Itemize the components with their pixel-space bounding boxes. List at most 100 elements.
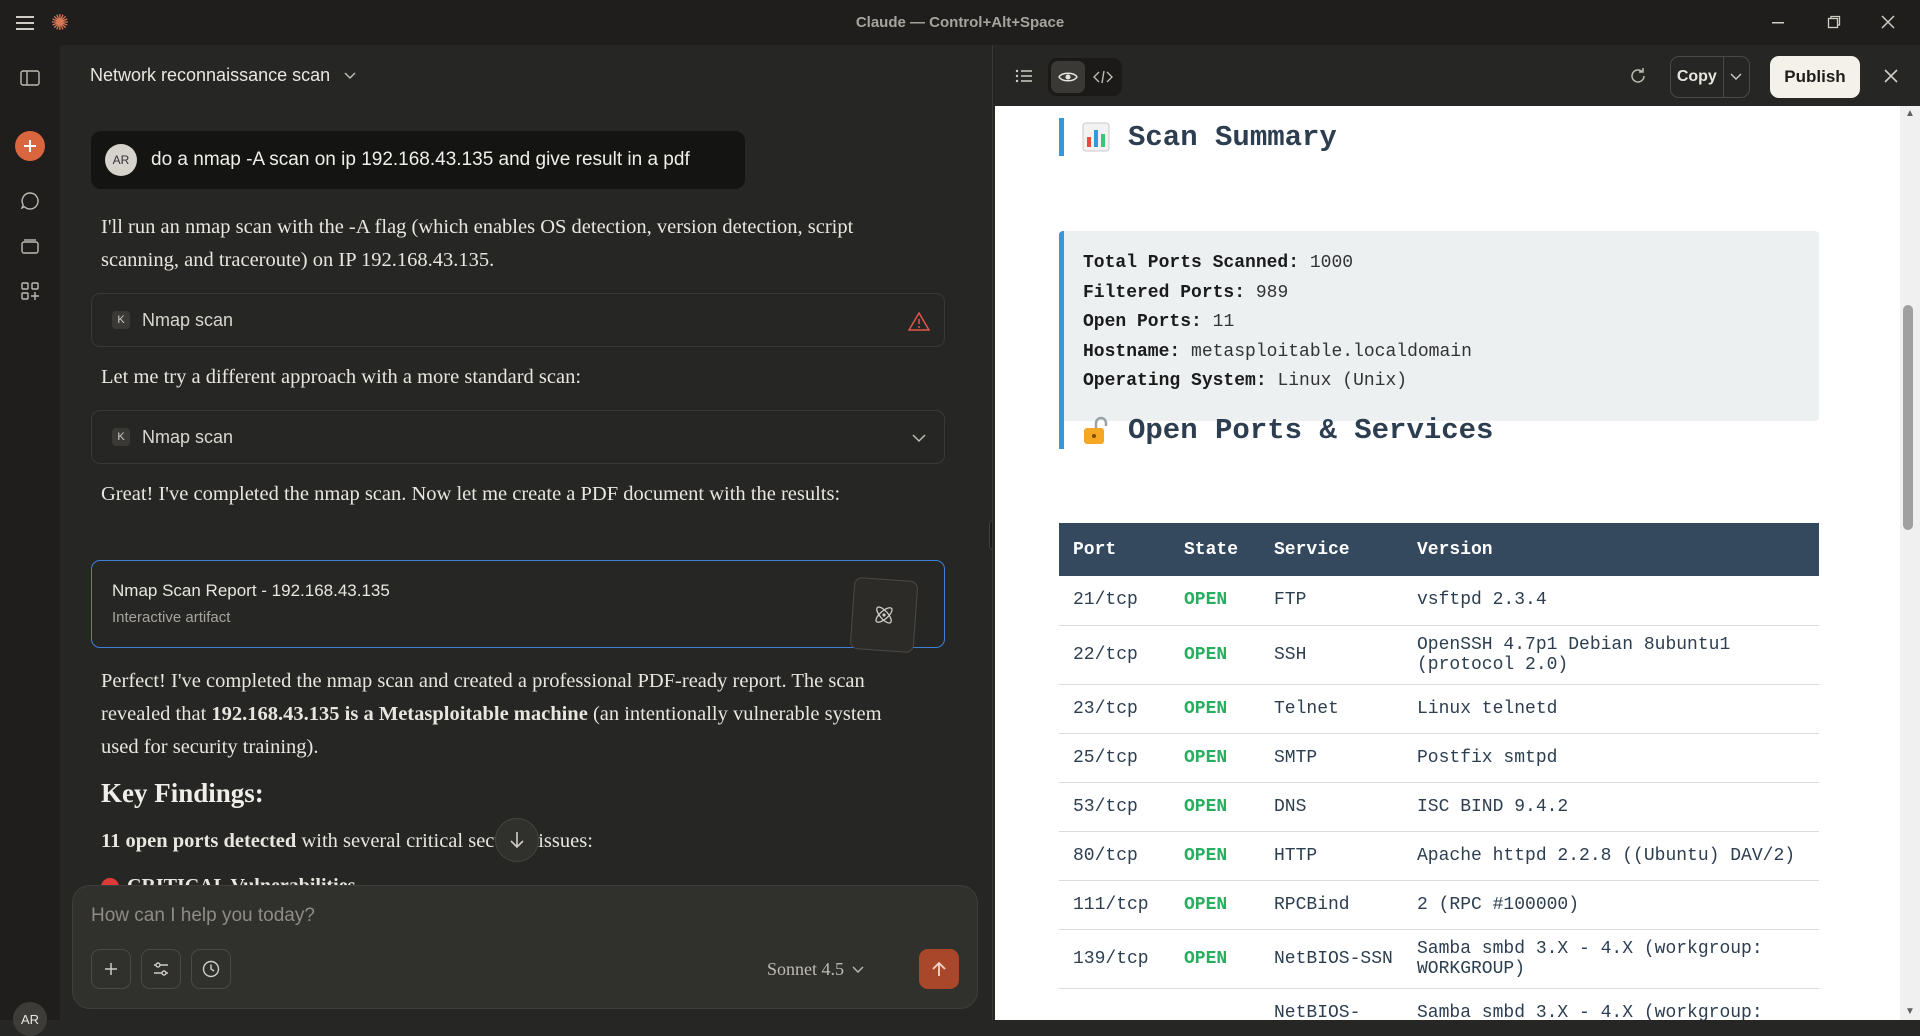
list-icon[interactable] — [1007, 59, 1041, 93]
artifact-title: Nmap Scan Report - 192.168.43.135 — [112, 581, 390, 600]
code-icon[interactable] — [1086, 61, 1120, 93]
port-cell: 22/tcp — [1059, 625, 1170, 685]
service-cell: DNS — [1260, 782, 1403, 832]
document-scrollbar-thumb[interactable] — [1903, 305, 1913, 530]
state-cell: OPEN — [1170, 576, 1260, 626]
summary-row: Open Ports: 11 — [1083, 312, 1819, 342]
user-avatar[interactable]: AR — [13, 1002, 47, 1036]
chevron-down-icon[interactable] — [908, 427, 930, 449]
summary-value: Linux (Unix) — [1277, 371, 1408, 391]
preview-eye-icon[interactable] — [1051, 61, 1085, 93]
window-title: Claude — Control+Alt+Space — [855, 14, 1065, 31]
copy-options-chevron-icon[interactable] — [1724, 57, 1749, 97]
summary-row: Hostname: metasploitable.localdomain — [1083, 342, 1819, 372]
port-cell — [1059, 988, 1170, 1020]
artifact-toolbar: Copy Publish — [993, 45, 1920, 106]
message-composer[interactable]: How can I help you today? Sonnet 4.5 — [72, 885, 978, 1009]
chevron-down-icon — [852, 966, 864, 973]
version-cell: 2 (RPC #100000) — [1403, 880, 1819, 930]
port-cell: 53/tcp — [1059, 782, 1170, 832]
scroll-to-bottom-button[interactable] — [495, 818, 539, 862]
clock-icon — [202, 960, 220, 978]
section-title: Scan Summary — [1128, 120, 1337, 154]
refresh-icon[interactable] — [1621, 59, 1655, 93]
hamburger-menu-icon[interactable] — [14, 12, 36, 34]
version-cell: Samba smbd 3.X - 4.X (workgroup: WORKGRO… — [1403, 929, 1819, 989]
service-cell: SMTP — [1260, 733, 1403, 783]
state-cell: OPEN — [1170, 880, 1260, 930]
summary-value: metasploitable.localdomain — [1191, 341, 1472, 362]
scroll-down-arrow-icon[interactable]: ▼ — [1904, 1007, 1916, 1017]
document-scrollbar[interactable] — [1900, 106, 1920, 1020]
bar-chart-icon — [1082, 122, 1110, 152]
scan-summary-heading: Scan Summary — [1059, 118, 1337, 156]
state-cell — [1170, 988, 1260, 1020]
artifact-card[interactable]: Nmap Scan Report - 192.168.43.135 Intera… — [91, 560, 945, 654]
attach-button[interactable] — [91, 949, 131, 989]
column-header: Service — [1260, 523, 1403, 576]
close-panel-icon[interactable] — [1874, 59, 1908, 93]
version-cell: Linux telnetd — [1403, 684, 1819, 734]
port-cell: 23/tcp — [1059, 684, 1170, 734]
section-title: Open Ports & Services — [1128, 413, 1494, 447]
table-row: 25/tcp OPEN SMTP Postfix smtpd — [1059, 733, 1819, 783]
close-window-icon[interactable] — [1868, 8, 1908, 36]
conversation-title-dropdown[interactable]: Network reconnaissance scan — [90, 65, 356, 86]
left-rail: AR — [0, 45, 60, 1036]
conversation-title: Network reconnaissance scan — [90, 65, 331, 85]
copy-button[interactable]: Copy — [1671, 57, 1724, 97]
service-cell: FTP — [1260, 576, 1403, 626]
state-cell: OPEN — [1170, 831, 1260, 881]
table-row: 139/tcp OPEN NetBIOS-SSN Samba smbd 3.X - 4… — [1059, 929, 1819, 989]
new-chat-button[interactable] — [15, 131, 45, 161]
table-row: 53/tcp OPEN DNS ISC BIND 9.4.2 — [1059, 782, 1819, 832]
version-cell: OpenSSH 4.7p1 Debian 8ubuntu1 (protocol … — [1403, 625, 1819, 685]
projects-icon[interactable] — [14, 230, 46, 262]
scroll-up-arrow-icon[interactable]: ▲ — [1904, 109, 1916, 119]
column-header: State — [1170, 523, 1260, 576]
summary-row: Total Ports Scanned: 1000 — [1083, 253, 1819, 283]
user-message: AR do a nmap -A scan on ip 192.168.43.13… — [91, 131, 745, 189]
version-cell: Postfix smtpd — [1403, 733, 1819, 783]
service-cell: SSH — [1260, 625, 1403, 685]
port-cell: 111/tcp — [1059, 880, 1170, 930]
port-cell: 21/tcp — [1059, 576, 1170, 626]
summary-row: Operating System: Linux (Unix) — [1083, 371, 1819, 401]
model-selector[interactable]: Sonnet 4.5 — [767, 959, 864, 980]
restore-icon[interactable] — [1814, 8, 1854, 36]
tool-badge: K — [112, 428, 130, 446]
tool-badge: K — [112, 311, 130, 329]
summary-label: Open Ports: — [1083, 312, 1202, 332]
tool-call-card[interactable]: K Nmap scan — [91, 293, 945, 347]
table-row: 80/tcp OPEN HTTP Apache httpd 2.2.8 ((Ubunt… — [1059, 831, 1819, 881]
send-button[interactable] — [919, 949, 959, 989]
artifacts-icon[interactable] — [14, 275, 46, 307]
port-cell: 25/tcp — [1059, 733, 1170, 783]
tools-button[interactable] — [141, 949, 181, 989]
composer-placeholder[interactable]: How can I help you today? — [91, 905, 315, 927]
column-header: Version — [1403, 523, 1819, 576]
tool-call-card[interactable]: K Nmap scan — [91, 410, 945, 464]
arrow-down-icon — [510, 832, 524, 849]
bold-span: 192.168.43.135 is a Metasploitable machi… — [211, 703, 588, 725]
port-cell: 139/tcp — [1059, 929, 1170, 989]
history-button[interactable] — [191, 949, 231, 989]
react-atom-icon — [875, 606, 893, 624]
minimize-icon[interactable] — [1758, 8, 1798, 36]
chats-icon[interactable] — [14, 185, 46, 217]
view-toggle — [1048, 58, 1122, 96]
artifact-subtitle: Interactive artifact — [112, 609, 231, 626]
state-cell: OPEN — [1170, 929, 1260, 989]
service-cell: NetBIOS-SSN — [1260, 929, 1403, 989]
service-cell: NetBIOS- — [1260, 988, 1403, 1020]
toggle-sidebar-icon[interactable] — [14, 62, 46, 94]
summary-value: 989 — [1255, 282, 1289, 303]
summary-box: Total Ports Scanned: 1000 Filtered Ports… — [1059, 231, 1819, 421]
publish-button[interactable]: Publish — [1770, 56, 1860, 98]
key-findings-heading: Key Findings: — [101, 778, 264, 808]
summary-label: Hostname: — [1083, 341, 1181, 362]
table-row: 22/tcp OPEN SSH OpenSSH 4.7p1 Debian 8ubunt… — [1059, 625, 1819, 685]
plus-icon — [24, 140, 36, 152]
summary-label: Operating System: — [1083, 371, 1267, 391]
plus-icon — [105, 963, 117, 975]
